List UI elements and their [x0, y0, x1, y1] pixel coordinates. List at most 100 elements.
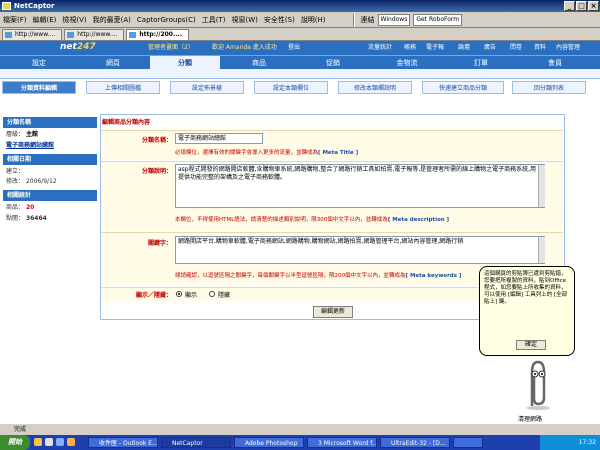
top-link-newsletter[interactable]: 電子報: [426, 41, 444, 55]
quicklaunch-outlook-icon[interactable]: [56, 438, 64, 446]
top-link-survey[interactable]: 問卷: [510, 41, 522, 55]
logout-link[interactable]: 登出: [288, 41, 300, 55]
name-hint: 必填欄位，選擇有效的關鍵字會導入更多的流量，並轉成為[ Meta Title ]: [175, 148, 358, 156]
quicklaunch-desktop-icon[interactable]: [45, 438, 53, 446]
status-bar: 完成: [0, 423, 600, 435]
subtab-edit-category[interactable]: 分類資料編輯: [2, 81, 76, 94]
sidebar-level-label: 層級： 主館: [6, 130, 38, 139]
top-link-ads[interactable]: 廣告: [484, 41, 496, 55]
subtab-back-to-list[interactable]: 回分類列表: [512, 81, 586, 94]
taskbar-photoshop[interactable]: Adobe Photoshop: [234, 437, 304, 448]
top-link-traffic[interactable]: 流量統計: [368, 41, 392, 55]
level-label: 層級：: [6, 131, 25, 138]
maximize-button[interactable]: □: [576, 1, 587, 11]
hide-radio[interactable]: [209, 291, 215, 297]
show-radio[interactable]: [176, 291, 182, 297]
subtab-fields[interactable]: 設定本類欄位: [254, 81, 328, 94]
hide-label: 隱藏: [218, 292, 231, 299]
taskbar-netcaptor[interactable]: NetCaptor: [161, 437, 231, 448]
menu-view[interactable]: 檢視(V): [59, 15, 89, 25]
keywords-scrollbar[interactable]: [538, 237, 545, 263]
category-name-input[interactable]: 電子商務網站總館: [175, 133, 263, 144]
update-button[interactable]: 編輯更新: [313, 306, 353, 318]
site-logo[interactable]: net247: [60, 42, 110, 54]
taskbar-word[interactable]: 3 Microsoft Word f...: [307, 437, 377, 448]
top-link-content[interactable]: 內容管理: [556, 41, 580, 55]
subtab-quick-create[interactable]: 快速建立商品分類: [422, 81, 504, 94]
logo-main: net: [60, 42, 77, 52]
browser-tab-2[interactable]: http://www....: [64, 29, 125, 40]
link-roboform[interactable]: Get RoboForm: [413, 13, 463, 26]
admin-label: 管理者畫面（2）: [148, 44, 194, 51]
level-value: 主館: [25, 131, 38, 138]
assistant-status: 清理網路: [517, 416, 542, 423]
nav-members[interactable]: 會員: [520, 56, 590, 70]
keywords-textarea[interactable]: 網路開店平台,購物車軟體,電子商務網站,網路購物,購物網站,網路拍賣,網路管理平…: [175, 236, 545, 264]
keywords-label: 關鍵字：: [147, 240, 172, 247]
window-title-bar: NetCaptor _ □ ×: [0, 0, 600, 12]
menu-file[interactable]: 檔案(F): [0, 15, 30, 25]
nav-settings[interactable]: 設定: [4, 56, 74, 70]
taskbar-extra[interactable]: [453, 437, 483, 448]
show-label: 顯示: [185, 292, 198, 299]
assistant-text: 這個網頁的剪貼簿已遭到剪貼錯，您要把所複製的資料，貼到Office程式，如您要貼…: [484, 271, 568, 305]
browser-tab-3[interactable]: http://200....: [126, 29, 190, 40]
app-icon: [2, 2, 11, 10]
menu-help[interactable]: 說明(H): [298, 15, 329, 25]
subtab-upload-images[interactable]: 上傳相關圖檔: [86, 81, 160, 94]
menu-favorites[interactable]: 我的最愛(A): [90, 15, 134, 25]
subtab-theme[interactable]: 設定佈景樣: [170, 81, 244, 94]
nav-categories[interactable]: 分類: [150, 56, 220, 70]
sidebar-stats-header: 相關統計: [3, 190, 97, 201]
nav-orders[interactable]: 訂單: [446, 56, 516, 70]
description-hint: 本欄位，不得使用HTML語法，請清楚的描述類別說明，限300個中文字以內，並轉成…: [175, 215, 449, 223]
main-nav: 設定 網頁 分類 商品 促銷 金物流 訂單 會員: [0, 55, 600, 70]
sub-tab-bar: 分類資料編輯 上傳相關圖檔 設定佈景樣 設定本類欄位 修改本類欄說明 快速建立商…: [0, 80, 600, 96]
subtab-field-desc[interactable]: 修改本類欄說明: [338, 81, 412, 94]
desc-hint-tag: [ Meta description ]: [387, 217, 450, 223]
start-button[interactable]: 開始: [0, 435, 30, 450]
menu-window[interactable]: 視窗(W): [229, 15, 261, 25]
description-label: 分類說明：: [141, 168, 172, 175]
products-label: 商品：: [6, 204, 25, 211]
quicklaunch-media-icon[interactable]: [67, 438, 75, 446]
quick-launch: [34, 438, 84, 447]
clicks-label: 點閱：: [6, 215, 25, 222]
name-hint-text: 必填欄位，選擇有效的關鍵字會導入更多的流量，並轉成為: [175, 150, 319, 156]
nav-pages[interactable]: 網頁: [78, 56, 148, 70]
nav-products[interactable]: 商品: [224, 56, 294, 70]
menu-captor-groups[interactable]: CaptorGroups(C): [134, 16, 199, 24]
logo-accent: 247: [76, 42, 96, 52]
menu-tools[interactable]: 工具(T): [199, 15, 229, 25]
clicks-value: 36464: [25, 215, 47, 222]
links-label: 連結: [360, 15, 375, 24]
sidebar-category-link[interactable]: 電子商務網站總館: [6, 141, 54, 150]
menu-edit[interactable]: 編輯(E): [30, 15, 60, 25]
system-tray: 17:32: [540, 435, 600, 450]
description-scrollbar[interactable]: [538, 165, 545, 207]
browser-tab-1[interactable]: http://www....: [2, 29, 63, 40]
paperclip-assistant-icon[interactable]: [522, 358, 554, 410]
minimize-button[interactable]: _: [564, 1, 575, 11]
taskbar-ultraedit[interactable]: UltraEdit-32 - [D...: [380, 437, 450, 448]
top-link-forum[interactable]: 論壇: [458, 41, 470, 55]
quicklaunch-ie-icon[interactable]: [34, 438, 42, 446]
sidebar-modified: 修改： 2006/9/12: [6, 177, 57, 186]
sidebar-date-header: 相關日期: [3, 154, 97, 165]
name-label: 分類名稱：: [141, 137, 172, 144]
welcome-text: 歡迎 Amanda 進入成功: [212, 44, 277, 51]
category-description-textarea[interactable]: asp程式開發的網路開店軟體,含購物車系統,網路購物,整合了網路行銷工具如拍賣,…: [175, 164, 545, 208]
taskbar-outlook[interactable]: 收件匣 - Outlook E...: [88, 437, 158, 448]
nav-promotions[interactable]: 促銷: [298, 56, 368, 70]
link-windows[interactable]: Windows: [377, 13, 411, 26]
sidebar-name-header: 分類名稱: [3, 117, 97, 128]
close-button[interactable]: ×: [588, 1, 599, 11]
top-link-accounts[interactable]: 帳務: [404, 41, 416, 55]
sub-nav-strip: [0, 69, 600, 79]
nav-logistics[interactable]: 金物流: [372, 56, 442, 70]
top-link-data[interactable]: 資料: [534, 41, 546, 55]
assistant-ok-button[interactable]: 確定: [516, 340, 546, 350]
modified-value: 2006/9/12: [25, 178, 57, 185]
clock[interactable]: 17:32: [579, 439, 596, 446]
menu-security[interactable]: 安全性(S): [261, 15, 298, 25]
